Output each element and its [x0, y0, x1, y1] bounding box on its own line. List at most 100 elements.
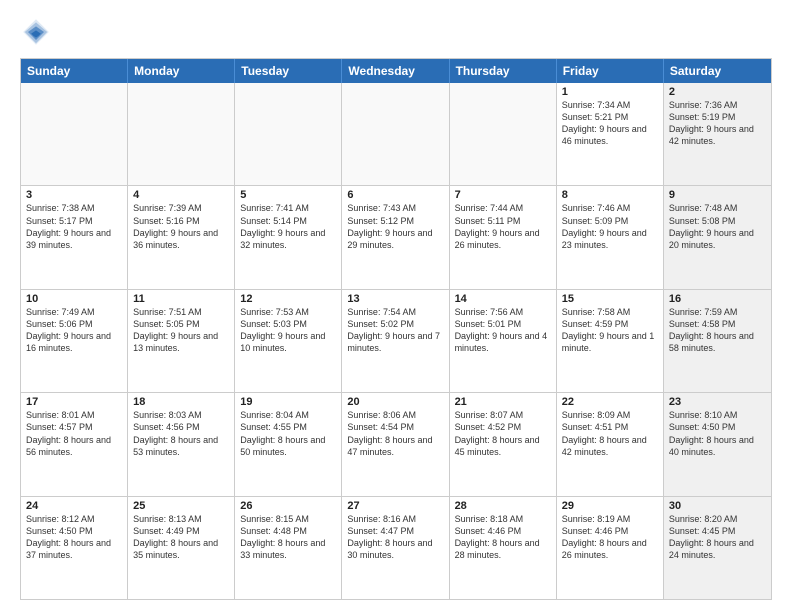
empty-cell-0-3 [342, 83, 449, 185]
calendar-body: 1Sunrise: 7:34 AM Sunset: 5:21 PM Daylig… [21, 83, 771, 599]
day-number: 5 [240, 189, 336, 201]
day-info: Sunrise: 7:53 AM Sunset: 5:03 PM Dayligh… [240, 306, 336, 355]
day-number: 21 [455, 396, 551, 408]
day-info: Sunrise: 7:56 AM Sunset: 5:01 PM Dayligh… [455, 306, 551, 355]
page: SundayMondayTuesdayWednesdayThursdayFrid… [0, 0, 792, 612]
day-number: 25 [133, 500, 229, 512]
empty-cell-0-1 [128, 83, 235, 185]
header-day-sunday: Sunday [21, 59, 128, 83]
day-info: Sunrise: 7:54 AM Sunset: 5:02 PM Dayligh… [347, 306, 443, 355]
day-info: Sunrise: 8:09 AM Sunset: 4:51 PM Dayligh… [562, 409, 658, 458]
day-cell-4: 4Sunrise: 7:39 AM Sunset: 5:16 PM Daylig… [128, 186, 235, 288]
day-number: 23 [669, 396, 766, 408]
day-cell-5: 5Sunrise: 7:41 AM Sunset: 5:14 PM Daylig… [235, 186, 342, 288]
day-cell-19: 19Sunrise: 8:04 AM Sunset: 4:55 PM Dayli… [235, 393, 342, 495]
calendar-row-0: 1Sunrise: 7:34 AM Sunset: 5:21 PM Daylig… [21, 83, 771, 186]
calendar-header: SundayMondayTuesdayWednesdayThursdayFrid… [21, 59, 771, 83]
day-number: 1 [562, 86, 658, 98]
day-info: Sunrise: 7:43 AM Sunset: 5:12 PM Dayligh… [347, 202, 443, 251]
calendar-row-3: 17Sunrise: 8:01 AM Sunset: 4:57 PM Dayli… [21, 393, 771, 496]
header-day-tuesday: Tuesday [235, 59, 342, 83]
day-cell-10: 10Sunrise: 7:49 AM Sunset: 5:06 PM Dayli… [21, 290, 128, 392]
day-info: Sunrise: 8:19 AM Sunset: 4:46 PM Dayligh… [562, 513, 658, 562]
empty-cell-0-2 [235, 83, 342, 185]
day-number: 11 [133, 293, 229, 305]
day-cell-25: 25Sunrise: 8:13 AM Sunset: 4:49 PM Dayli… [128, 497, 235, 599]
day-cell-2: 2Sunrise: 7:36 AM Sunset: 5:19 PM Daylig… [664, 83, 771, 185]
day-info: Sunrise: 8:03 AM Sunset: 4:56 PM Dayligh… [133, 409, 229, 458]
day-number: 16 [669, 293, 766, 305]
day-cell-27: 27Sunrise: 8:16 AM Sunset: 4:47 PM Dayli… [342, 497, 449, 599]
day-number: 13 [347, 293, 443, 305]
header-day-wednesday: Wednesday [342, 59, 449, 83]
day-cell-24: 24Sunrise: 8:12 AM Sunset: 4:50 PM Dayli… [21, 497, 128, 599]
day-cell-18: 18Sunrise: 8:03 AM Sunset: 4:56 PM Dayli… [128, 393, 235, 495]
day-info: Sunrise: 7:58 AM Sunset: 4:59 PM Dayligh… [562, 306, 658, 355]
day-info: Sunrise: 7:41 AM Sunset: 5:14 PM Dayligh… [240, 202, 336, 251]
day-number: 20 [347, 396, 443, 408]
logo-icon [20, 16, 52, 48]
day-cell-1: 1Sunrise: 7:34 AM Sunset: 5:21 PM Daylig… [557, 83, 664, 185]
day-info: Sunrise: 8:20 AM Sunset: 4:45 PM Dayligh… [669, 513, 766, 562]
header-day-friday: Friday [557, 59, 664, 83]
day-info: Sunrise: 8:04 AM Sunset: 4:55 PM Dayligh… [240, 409, 336, 458]
day-number: 28 [455, 500, 551, 512]
day-info: Sunrise: 8:07 AM Sunset: 4:52 PM Dayligh… [455, 409, 551, 458]
day-cell-20: 20Sunrise: 8:06 AM Sunset: 4:54 PM Dayli… [342, 393, 449, 495]
day-info: Sunrise: 7:36 AM Sunset: 5:19 PM Dayligh… [669, 99, 766, 148]
day-info: Sunrise: 7:51 AM Sunset: 5:05 PM Dayligh… [133, 306, 229, 355]
day-info: Sunrise: 7:39 AM Sunset: 5:16 PM Dayligh… [133, 202, 229, 251]
day-info: Sunrise: 7:49 AM Sunset: 5:06 PM Dayligh… [26, 306, 122, 355]
day-number: 19 [240, 396, 336, 408]
day-info: Sunrise: 8:10 AM Sunset: 4:50 PM Dayligh… [669, 409, 766, 458]
calendar: SundayMondayTuesdayWednesdayThursdayFrid… [20, 58, 772, 600]
day-info: Sunrise: 8:12 AM Sunset: 4:50 PM Dayligh… [26, 513, 122, 562]
header [20, 16, 772, 48]
day-cell-26: 26Sunrise: 8:15 AM Sunset: 4:48 PM Dayli… [235, 497, 342, 599]
day-number: 14 [455, 293, 551, 305]
day-cell-30: 30Sunrise: 8:20 AM Sunset: 4:45 PM Dayli… [664, 497, 771, 599]
day-info: Sunrise: 7:59 AM Sunset: 4:58 PM Dayligh… [669, 306, 766, 355]
day-number: 10 [26, 293, 122, 305]
day-cell-7: 7Sunrise: 7:44 AM Sunset: 5:11 PM Daylig… [450, 186, 557, 288]
day-cell-9: 9Sunrise: 7:48 AM Sunset: 5:08 PM Daylig… [664, 186, 771, 288]
day-cell-14: 14Sunrise: 7:56 AM Sunset: 5:01 PM Dayli… [450, 290, 557, 392]
day-info: Sunrise: 7:46 AM Sunset: 5:09 PM Dayligh… [562, 202, 658, 251]
day-number: 6 [347, 189, 443, 201]
day-info: Sunrise: 8:18 AM Sunset: 4:46 PM Dayligh… [455, 513, 551, 562]
day-cell-8: 8Sunrise: 7:46 AM Sunset: 5:09 PM Daylig… [557, 186, 664, 288]
day-cell-23: 23Sunrise: 8:10 AM Sunset: 4:50 PM Dayli… [664, 393, 771, 495]
day-cell-13: 13Sunrise: 7:54 AM Sunset: 5:02 PM Dayli… [342, 290, 449, 392]
day-cell-16: 16Sunrise: 7:59 AM Sunset: 4:58 PM Dayli… [664, 290, 771, 392]
day-number: 30 [669, 500, 766, 512]
day-number: 12 [240, 293, 336, 305]
day-number: 18 [133, 396, 229, 408]
day-info: Sunrise: 7:34 AM Sunset: 5:21 PM Dayligh… [562, 99, 658, 148]
day-number: 8 [562, 189, 658, 201]
day-info: Sunrise: 8:16 AM Sunset: 4:47 PM Dayligh… [347, 513, 443, 562]
day-cell-11: 11Sunrise: 7:51 AM Sunset: 5:05 PM Dayli… [128, 290, 235, 392]
header-day-thursday: Thursday [450, 59, 557, 83]
day-number: 17 [26, 396, 122, 408]
day-cell-3: 3Sunrise: 7:38 AM Sunset: 5:17 PM Daylig… [21, 186, 128, 288]
day-number: 2 [669, 86, 766, 98]
day-number: 22 [562, 396, 658, 408]
day-info: Sunrise: 8:13 AM Sunset: 4:49 PM Dayligh… [133, 513, 229, 562]
day-number: 9 [669, 189, 766, 201]
day-cell-21: 21Sunrise: 8:07 AM Sunset: 4:52 PM Dayli… [450, 393, 557, 495]
day-cell-12: 12Sunrise: 7:53 AM Sunset: 5:03 PM Dayli… [235, 290, 342, 392]
header-day-saturday: Saturday [664, 59, 771, 83]
day-info: Sunrise: 8:06 AM Sunset: 4:54 PM Dayligh… [347, 409, 443, 458]
logo [20, 16, 56, 48]
calendar-row-1: 3Sunrise: 7:38 AM Sunset: 5:17 PM Daylig… [21, 186, 771, 289]
day-cell-28: 28Sunrise: 8:18 AM Sunset: 4:46 PM Dayli… [450, 497, 557, 599]
day-info: Sunrise: 7:48 AM Sunset: 5:08 PM Dayligh… [669, 202, 766, 251]
day-number: 15 [562, 293, 658, 305]
day-number: 24 [26, 500, 122, 512]
calendar-row-2: 10Sunrise: 7:49 AM Sunset: 5:06 PM Dayli… [21, 290, 771, 393]
empty-cell-0-4 [450, 83, 557, 185]
day-number: 4 [133, 189, 229, 201]
day-info: Sunrise: 7:44 AM Sunset: 5:11 PM Dayligh… [455, 202, 551, 251]
calendar-row-4: 24Sunrise: 8:12 AM Sunset: 4:50 PM Dayli… [21, 497, 771, 599]
day-cell-15: 15Sunrise: 7:58 AM Sunset: 4:59 PM Dayli… [557, 290, 664, 392]
